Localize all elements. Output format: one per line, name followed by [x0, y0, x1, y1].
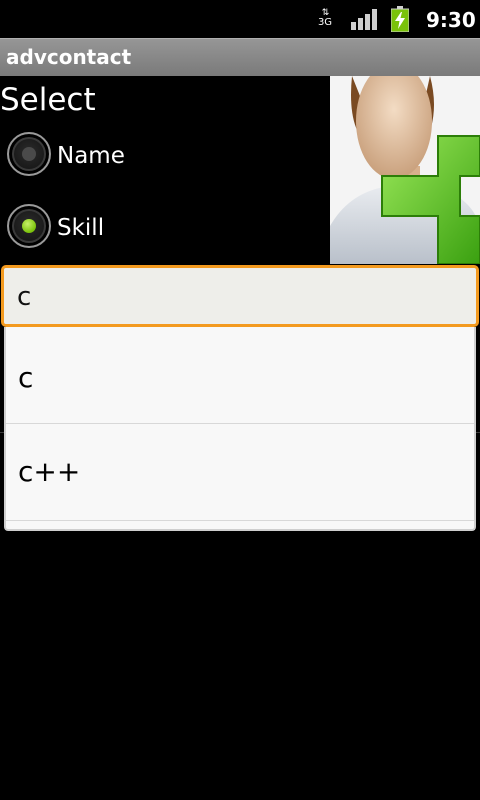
radio-dot: [22, 147, 36, 161]
battery-charging-icon: [391, 6, 409, 32]
select-heading: Select: [0, 82, 96, 118]
suggestion-dropdown: c c++: [4, 327, 476, 531]
suggestion-item[interactable]: c++: [6, 424, 474, 520]
suggestion-label: c++: [18, 455, 81, 488]
input-value: c: [17, 282, 32, 312]
signal-icon: [351, 9, 377, 30]
title-bar: advcontact: [0, 38, 480, 76]
network-3g-icon: ⇅ 3G: [316, 8, 334, 30]
radio-dot: [22, 219, 36, 233]
radio-name-label[interactable]: Name: [57, 141, 125, 171]
divider: [6, 520, 474, 521]
network-label: 3G: [317, 17, 333, 28]
radio-skill[interactable]: [7, 204, 51, 248]
add-contact-image[interactable]: [330, 76, 480, 264]
app-title: advcontact: [6, 45, 132, 69]
status-time: 9:30: [426, 8, 476, 32]
skill-autocomplete-input[interactable]: c: [1, 265, 479, 327]
suggestion-item[interactable]: c: [6, 327, 474, 423]
suggestion-label: c: [18, 361, 34, 394]
status-bar: ⇅ 3G 9:30: [0, 0, 480, 38]
person-add-icon: [330, 76, 480, 264]
radio-skill-label[interactable]: Skill: [57, 213, 104, 243]
radio-name[interactable]: [7, 132, 51, 176]
